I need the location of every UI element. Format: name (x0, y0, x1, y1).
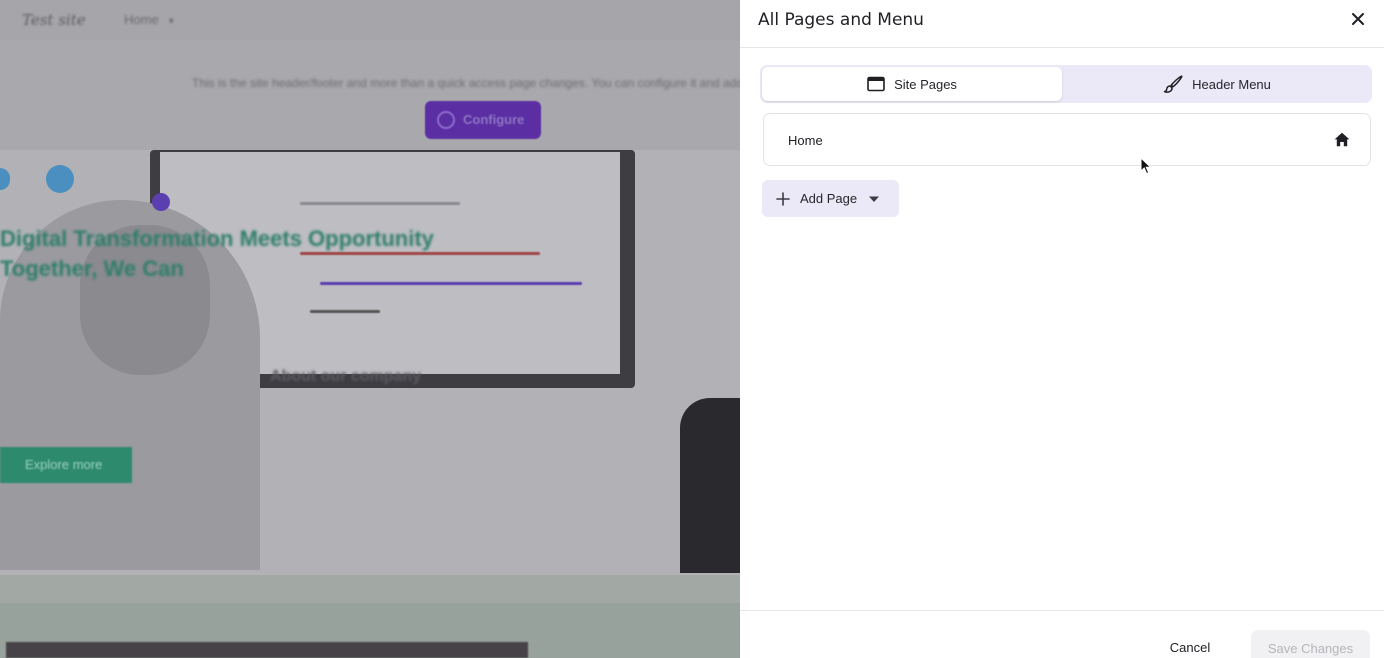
add-page-button[interactable]: Add Page (762, 180, 899, 217)
background-topbar: Test site Home ▾ (0, 0, 740, 40)
panel-title: All Pages and Menu (758, 10, 924, 30)
background-nav-label: Home (124, 12, 159, 27)
cancel-button[interactable]: Cancel (1153, 640, 1227, 658)
tab-header-menu-label: Header Menu (1192, 76, 1271, 92)
background-decor-dot (46, 165, 74, 193)
background-hero-button: Explore more (0, 447, 132, 483)
background-hero-title-line2: Together, We Can (0, 256, 184, 281)
add-page-label: Add Page (800, 191, 858, 206)
panel-tabs: Site Pages Header Menu (760, 65, 1372, 103)
save-changes-button[interactable]: Save Changes (1251, 630, 1370, 658)
browser-window-icon (867, 76, 885, 92)
home-icon (1334, 132, 1350, 152)
caret-down-icon[interactable] (868, 195, 880, 203)
panel-footer: Cancel Save Changes (740, 610, 1384, 658)
background-decor-dot (152, 193, 170, 211)
background-screen-line (310, 310, 380, 313)
plus-icon (776, 191, 790, 206)
background-configure-button: Configure (425, 101, 541, 139)
background-nav-chevron-icon: ▾ (168, 16, 174, 27)
tab-site-pages-label: Site Pages (894, 76, 957, 92)
background-screen-line (300, 202, 460, 205)
pages-menu-panel: All Pages and Menu Site Pages Header Men… (740, 0, 1384, 658)
background-notice: This is the site header/footer and more … (192, 76, 740, 90)
background-nav-item: Home ▾ (124, 12, 174, 27)
background-hero-button-label: Explore more (25, 457, 103, 472)
background-hero-caption: About our company (270, 368, 422, 385)
tab-site-pages[interactable]: Site Pages (762, 67, 1062, 101)
panel-header: All Pages and Menu (740, 0, 1384, 48)
background-hero-title: Digital Transformation Meets Opportunity (0, 226, 434, 251)
background-thumbnails (6, 642, 528, 658)
close-icon (1352, 13, 1364, 25)
background-configure-label: Configure (463, 112, 525, 127)
brush-icon (1163, 75, 1183, 93)
background-screen-line (320, 282, 582, 285)
page-list-item-label: Home (788, 133, 823, 148)
page-list-item-home[interactable]: Home (763, 113, 1371, 166)
tab-header-menu[interactable]: Header Menu (1064, 67, 1370, 101)
background-logo: Test site (22, 11, 86, 29)
background-gear-icon (437, 111, 455, 129)
background-site: Test site Home ▾ This is the site header/… (0, 0, 740, 658)
background-screen-line (300, 252, 540, 255)
background-second-person (680, 398, 740, 573)
mouse-cursor-icon (1140, 156, 1152, 180)
close-button[interactable] (1345, 10, 1371, 30)
